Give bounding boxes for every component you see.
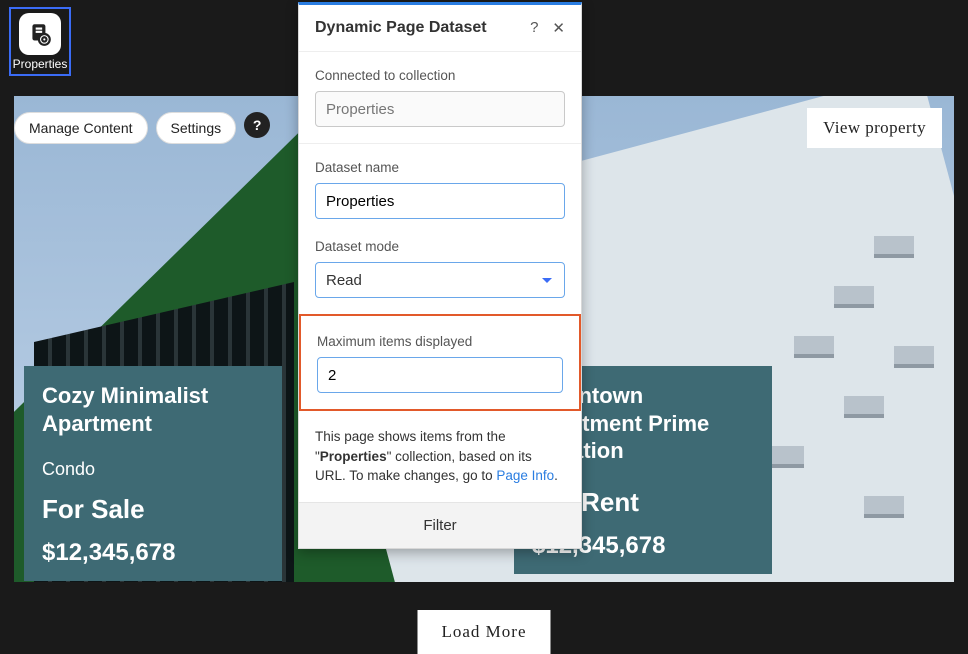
max-items-section: Maximum items displayed xyxy=(299,314,581,411)
properties-element-label: Properties xyxy=(11,57,69,71)
settings-label: Settings xyxy=(171,120,222,136)
filter-label: Filter xyxy=(423,517,456,534)
max-items-label: Maximum items displayed xyxy=(317,334,563,349)
panel-title: Dynamic Page Dataset xyxy=(315,19,487,37)
manage-content-label: Manage Content xyxy=(29,120,133,136)
listing-type: Condo xyxy=(42,459,264,480)
listing-status: For Sale xyxy=(42,494,264,525)
properties-element[interactable]: Properties xyxy=(9,7,71,76)
connected-collection-label: Connected to collection xyxy=(315,68,565,83)
dataset-icon xyxy=(19,13,61,55)
dataset-settings-panel: Dynamic Page Dataset ? ✕ Connected to co… xyxy=(298,2,582,549)
view-property-button[interactable]: View property xyxy=(807,108,942,148)
listing-price: $12,345,678 xyxy=(42,539,264,567)
settings-button[interactable]: Settings xyxy=(156,112,237,144)
listing-title: Cozy Minimalist Apartment xyxy=(42,382,264,437)
dataset-name-input[interactable] xyxy=(315,183,565,219)
dataset-mode-select[interactable]: Read xyxy=(315,262,565,298)
help-icon: ? xyxy=(253,117,262,133)
manage-content-button[interactable]: Manage Content xyxy=(14,112,148,144)
toolbar: Manage Content Settings ? xyxy=(14,112,270,144)
panel-help-icon[interactable]: ? xyxy=(530,19,538,37)
max-items-input[interactable] xyxy=(317,357,563,393)
connected-collection-field: Properties xyxy=(315,91,565,127)
dataset-mode-label: Dataset mode xyxy=(315,239,565,254)
panel-info-text: This page shows items from the "Properti… xyxy=(315,427,565,486)
load-more-button[interactable]: Load More xyxy=(417,610,550,654)
dataset-mode-value: Read xyxy=(326,272,362,289)
dataset-name-label: Dataset name xyxy=(315,160,565,175)
filter-button[interactable]: Filter xyxy=(299,502,581,548)
listing-card: Cozy Minimalist Apartment Condo For Sale… xyxy=(24,366,282,581)
dataset-name-value[interactable] xyxy=(326,193,554,210)
connected-collection-value: Properties xyxy=(326,101,394,118)
close-icon[interactable]: ✕ xyxy=(552,19,565,37)
page-info-link[interactable]: Page Info xyxy=(496,468,554,483)
help-button[interactable]: ? xyxy=(244,112,270,138)
load-more-label: Load More xyxy=(441,622,526,641)
view-property-label: View property xyxy=(823,118,926,137)
max-items-value[interactable] xyxy=(328,367,552,384)
